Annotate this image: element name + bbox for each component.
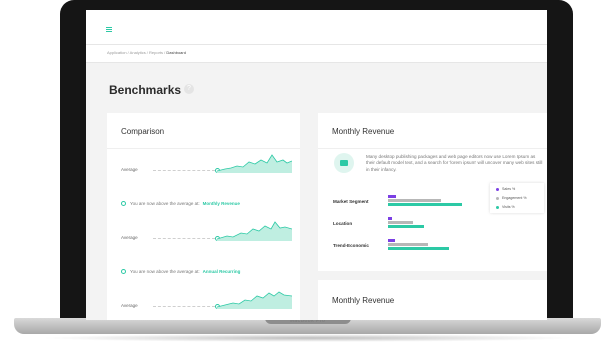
legend-label: Sales % [502, 187, 516, 191]
help-icon[interactable]: ? [184, 84, 194, 94]
breadcrumb-bar: Application / Analytics / Reports / Dash… [86, 45, 547, 63]
circle-icon [121, 269, 126, 275]
top-bar [86, 10, 547, 45]
note-text: You are now above the average at: [130, 269, 200, 274]
legend-swatch [496, 187, 499, 191]
legend-label: Visits % [502, 205, 515, 209]
average-line [153, 170, 215, 171]
average-line [153, 238, 215, 239]
breadcrumb: Application / Analytics / Reports / Dash… [107, 50, 186, 55]
sparkline [217, 291, 292, 309]
monthly-revenue-title: Monthly Revenue [332, 127, 395, 136]
bar-sales [388, 195, 396, 198]
segment-label: Location [333, 221, 353, 226]
segment-label: Trend-Economic [333, 243, 369, 248]
legend-item: Visits % [496, 205, 515, 209]
bar-visits [388, 247, 449, 250]
page-title: Benchmarks [109, 83, 182, 97]
average-label: Average [121, 167, 138, 172]
circle-icon [121, 201, 126, 207]
bar-sales [388, 217, 392, 220]
monthly-revenue-card: Monthly Revenue Many desktop publishing … [318, 113, 547, 271]
revenue-description: Many desktop publishing packages and web… [366, 154, 543, 172]
breadcrumb-path[interactable]: Application / Analytics / Reports / [107, 50, 166, 55]
bar-engagement [388, 221, 413, 224]
note-text: You are now above the average at: [130, 201, 200, 206]
sparkline [217, 154, 292, 173]
comparison-title: Comparison [121, 127, 165, 136]
chart-legend: Sales % Engagement % Visits % [490, 183, 544, 213]
bar-engagement [388, 243, 428, 246]
note-highlight[interactable]: Annual Recurring [203, 269, 241, 274]
average-label: Average [121, 303, 138, 308]
monthly-revenue-card-2: Monthly Revenue [318, 280, 547, 320]
legend-swatch [496, 196, 499, 200]
bar-sales [388, 239, 395, 242]
segment-label: Market Segment [333, 199, 369, 204]
above-average-note: You are now above the average at: Monthly… [121, 201, 240, 207]
legend-item: Engagement % [496, 196, 527, 200]
above-average-note: You are now above the average at: Annual … [121, 269, 241, 275]
note-highlight[interactable]: Monthly Revenue [203, 201, 240, 206]
sparkline [217, 221, 292, 241]
average-label: Average [121, 235, 138, 240]
screen: Application / Analytics / Reports / Dash… [86, 10, 547, 320]
bar-engagement [388, 199, 441, 202]
bar-visits [388, 203, 462, 206]
laptop-shadow [40, 334, 575, 342]
bar-visits [388, 225, 424, 228]
average-line [153, 306, 215, 307]
monthly-revenue-title: Monthly Revenue [332, 296, 395, 305]
comparison-card: Comparison Average You are now above the… [107, 113, 300, 320]
legend-label: Engagement % [502, 196, 527, 200]
store-icon [334, 153, 354, 173]
card-divider [107, 148, 300, 149]
card-divider [318, 148, 547, 149]
hamburger-menu-icon[interactable] [106, 27, 112, 32]
breadcrumb-current: Dashboard [166, 50, 186, 55]
legend-item: Sales % [496, 187, 515, 191]
legend-swatch [496, 205, 499, 209]
